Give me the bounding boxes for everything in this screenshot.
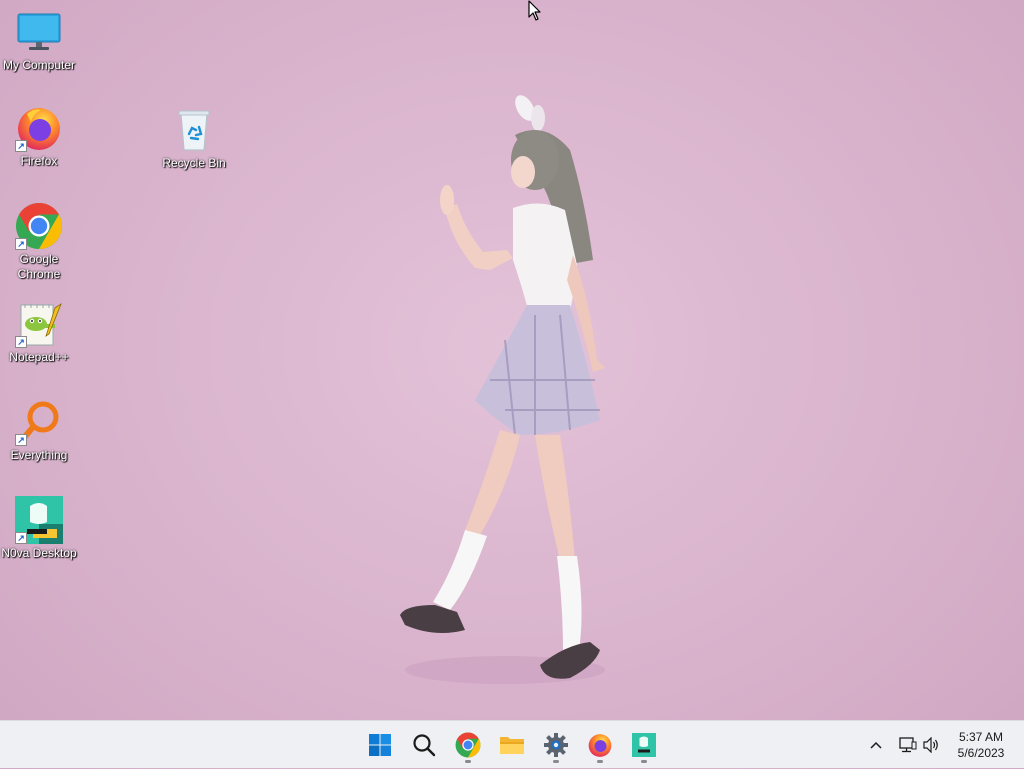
clock-time: 5:37 AM	[958, 730, 1004, 744]
taskbar-search-button[interactable]	[404, 725, 444, 765]
desktop-icon-label: Firefox	[20, 154, 58, 168]
wallpaper-figure	[395, 90, 625, 690]
recycle-bin-icon	[170, 106, 218, 154]
desktop-icon-firefox[interactable]: ↗ Firefox	[0, 104, 78, 169]
shortcut-arrow-icon: ↗	[15, 238, 27, 250]
shortcut-arrow-icon: ↗	[15, 434, 27, 446]
taskbar-chrome-button[interactable]	[448, 725, 488, 765]
taskbar-start-button[interactable]	[360, 725, 400, 765]
desktop-icon-label: Notepad++	[9, 350, 69, 364]
desktop-icon-label: Everything	[10, 448, 68, 462]
tray-network-button[interactable]	[896, 721, 920, 769]
chrome-icon: ↗	[15, 202, 63, 250]
taskbar: 5:37 AM 5/6/2023	[0, 720, 1024, 768]
chevron-up-icon	[870, 741, 882, 749]
folder-icon	[500, 737, 524, 754]
taskbar-clock[interactable]: 5:37 AM 5/6/2023	[946, 729, 1016, 761]
shortcut-arrow-icon: ↗	[15, 532, 27, 544]
firefox-icon: ↗	[15, 104, 63, 152]
monitor-icon	[15, 8, 63, 56]
n0va-desktop-icon: ↗	[15, 496, 63, 544]
desktop-icon-recycle-bin[interactable]: Recycle Bin	[155, 106, 233, 171]
taskbar-settings-button[interactable]	[536, 725, 576, 765]
firefox-icon	[588, 734, 612, 757]
taskbar-firefox-button[interactable]	[580, 725, 620, 765]
clock-date: 5/6/2023	[957, 746, 1005, 760]
volume-icon	[923, 737, 938, 753]
desktop-icon-label: Recycle Bin	[162, 156, 226, 170]
tray-overflow-button[interactable]	[864, 721, 888, 769]
running-indicator	[553, 760, 559, 763]
desktop[interactable]: My Computer ↗ Firefox Recycle Bin ↗ Goog…	[0, 0, 1024, 720]
n0va-desktop-icon	[632, 733, 656, 757]
shortcut-arrow-icon: ↗	[15, 336, 27, 348]
mouse-cursor-icon	[528, 0, 542, 27]
search-icon	[413, 734, 436, 757]
desktop-icon-label: N0va Desktop	[1, 546, 77, 560]
taskbar-n0va-desktop-button[interactable]	[624, 725, 664, 765]
everything-search-icon: ↗	[15, 398, 63, 446]
desktop-icon-google-chrome[interactable]: ↗ Google Chrome	[0, 202, 78, 282]
running-indicator	[597, 760, 603, 763]
taskbar-file-explorer-button[interactable]	[492, 725, 532, 765]
tray-volume-button[interactable]	[920, 721, 944, 769]
gear-icon	[544, 733, 568, 757]
desktop-icon-notepad-plus-plus[interactable]: ↗ Notepad++	[0, 300, 78, 365]
running-indicator	[465, 760, 471, 763]
running-indicator	[641, 760, 647, 763]
notepad-plus-plus-icon: ↗	[15, 300, 63, 348]
windows-start-icon	[369, 734, 391, 756]
network-icon	[899, 737, 917, 753]
chrome-icon	[455, 732, 481, 758]
desktop-icon-my-computer[interactable]: My Computer	[0, 8, 78, 73]
desktop-icon-n0va-desktop[interactable]: ↗ N0va Desktop	[0, 496, 78, 561]
desktop-icon-label: My Computer	[2, 58, 76, 72]
desktop-icon-everything[interactable]: ↗ Everything	[0, 398, 78, 463]
shortcut-arrow-icon: ↗	[15, 140, 27, 152]
desktop-icon-label: Google Chrome	[17, 252, 61, 281]
